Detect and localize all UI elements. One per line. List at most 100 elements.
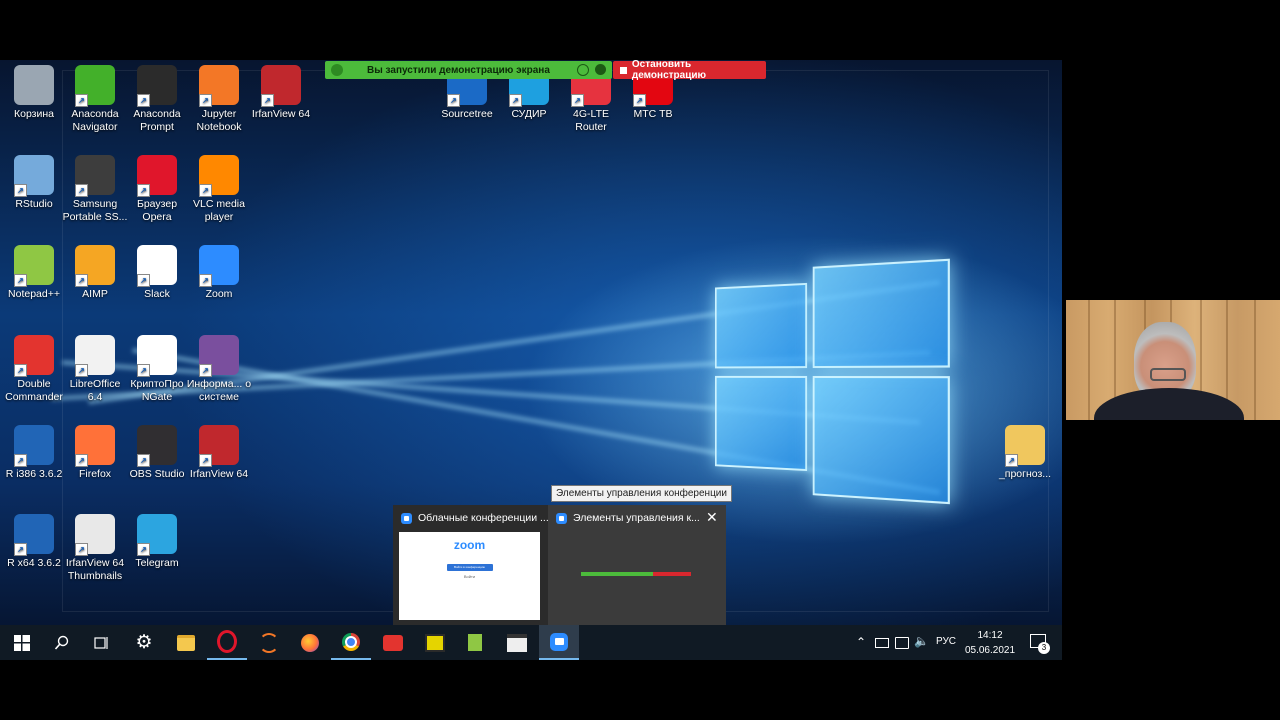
taskbar-explorer[interactable] [166,625,206,660]
zoom-icon [550,632,568,651]
desktop-icon[interactable]: ↗ R i386 3.6.2 [0,425,68,481]
start-button[interactable] [2,625,42,660]
taskbar-chrome[interactable] [331,625,371,660]
vlc-icon: ↗ [199,155,239,197]
desktop-icon[interactable]: ↗ Информа... о системе [185,335,253,404]
double-commander-icon: ↗ [14,335,54,377]
desktop-icon[interactable]: ↗ КриптоПро NGate [123,335,191,404]
desktop-icon[interactable]: ↗ Double Commander [0,335,68,404]
desktop-icon[interactable]: ↗ RStudio [0,155,68,211]
desktop-icon-label: R i386 3.6.2 [5,468,63,480]
taskbar-notepadpp[interactable] [455,625,495,660]
shortcut-arrow-icon: ↗ [1005,454,1018,467]
shortcut-arrow-icon: ↗ [75,543,88,556]
desktop-icon[interactable]: ↗ OBS Studio [123,425,191,481]
desktop-icon[interactable]: ↗ VLC media player [185,155,253,224]
irfanview-icon: ↗ [261,65,301,107]
jupyter-icon: ↗ [199,65,239,107]
shield-icon [331,64,343,76]
shortcut-arrow-icon: ↗ [14,543,27,556]
desktop-icon-label: LibreOffice 6.4 [69,378,121,403]
desktop-icon[interactable]: ↗ AIMP [61,245,129,301]
desktop-icon-label: Zoom [205,288,233,300]
rstudio-icon: ↗ [14,155,54,197]
shortcut-arrow-icon: ↗ [75,184,88,197]
desktop-icon[interactable]: ↗ _прогноз... [991,425,1059,481]
clock-date: 05.06.2021 [964,645,1016,656]
desktop-icon[interactable]: ↗ R x64 3.6.2 [0,514,68,570]
taskbar-zoom[interactable] [539,625,579,660]
network-icon[interactable] [895,637,909,649]
battery-icon[interactable] [875,638,889,648]
shortcut-arrow-icon: ↗ [261,94,274,107]
desktop-icon[interactable]: ↗ Anaconda Navigator [61,65,129,134]
desktop-icon[interactable]: ↗ IrfanView 64 Thumbnails [61,514,129,583]
r-icon: ↗ [14,514,54,556]
glasses [1150,368,1186,381]
desktop-icon[interactable]: ↗ Jupyter Notebook [185,65,253,134]
taskbar-settings[interactable]: ⚙ [124,625,164,660]
search-button[interactable] [42,625,82,660]
desktop-icon[interactable]: ↗ Telegram [123,514,191,570]
desktop-icon[interactable]: ↗ Anaconda Prompt [123,65,191,134]
shortcut-arrow-icon: ↗ [14,274,27,287]
desktop-icon[interactable]: ↗ LibreOffice 6.4 [61,335,129,404]
taskbar-app[interactable] [415,625,455,660]
taskbar-jupyter[interactable] [249,625,289,660]
desktop-icon-label: R x64 3.6.2 [7,557,61,569]
thumbnail-meeting-controls[interactable]: Элементы управления к... ✕ [548,505,726,625]
join-meeting-button: Войти в конференцию [446,564,493,571]
taskbar-double-commander[interactable] [373,625,413,660]
tooltip: Элементы управления конференции [551,485,732,502]
desktop-icon[interactable]: Корзина [0,65,68,121]
shortcut-arrow-icon: ↗ [199,94,212,107]
stop-share-label: Остановить демонстрацию [631,59,707,81]
desktop-icon[interactable]: ↗ Notepad++ [0,245,68,301]
shortcut-arrow-icon: ↗ [137,454,150,467]
slack-icon: ↗ [137,245,177,287]
desktop-icon[interactable]: ↗ IrfanView 64 [247,65,315,121]
desktop-icon-label: VLC media player [193,198,245,223]
shortcut-arrow-icon: ↗ [199,364,212,377]
shortcut-arrow-icon: ↗ [137,364,150,377]
desktop-icon[interactable]: ↗ Firefox [61,425,129,481]
taskbar-firefox[interactable] [290,625,330,660]
pause-icon[interactable] [577,64,589,76]
shortcut-arrow-icon: ↗ [447,94,460,107]
share-banner-text: Вы запустили демонстрацию экрана [367,64,550,76]
zoom-logo: zoom [453,538,486,552]
desktop-icon-label: Браузер Opera [136,198,178,223]
desktop-icon-label: OBS Studio [129,468,185,480]
shortcut-arrow-icon: ↗ [199,274,212,287]
folder-icon [177,634,195,651]
screen-share-banner: Вы запустили демонстрацию экрана [325,61,612,79]
desktop-icon-label: Telegram [135,557,179,569]
desktop-icon[interactable]: ↗ Zoom [185,245,253,301]
anaconda-icon: ↗ [75,65,115,107]
person-body [1094,388,1244,420]
opera-icon: ↗ [137,155,177,197]
settings-icon[interactable] [595,64,606,75]
webcam-video [1066,300,1280,420]
desktop-icon[interactable]: ↗ Slack [123,245,191,301]
desktop-icon-label: СУДИР [511,108,547,120]
stop-share-button[interactable]: Остановить демонстрацию [613,59,766,81]
desktop-icon-label: 4G-LTE Router [573,108,609,133]
volume-icon[interactable]: 🔈 [914,634,929,648]
taskbar-clapper[interactable] [497,625,537,660]
thumbnail-cloud-meetings[interactable]: Облачные конференции ... zoom Войти в ко… [393,505,549,625]
system-info-icon: ↗ [199,335,239,377]
zoom-icon [556,512,567,524]
taskbar-opera[interactable] [207,625,247,660]
desktop-icon-label: Jupyter Notebook [196,108,242,133]
clock[interactable]: 14:12 05.06.2021 [958,628,1022,658]
show-hidden-icons[interactable]: ⌃ [856,635,866,649]
task-view-button[interactable] [82,625,122,660]
desktop-icon-label: Double Commander [5,378,63,403]
close-icon[interactable]: ✕ [706,510,718,524]
desktop-icon[interactable]: ↗ Samsung Portable SS... [61,155,129,224]
desktop-icon[interactable]: ↗ Браузер Opera [123,155,191,224]
desktop-icon[interactable]: ↗ IrfanView 64 [185,425,253,481]
libreoffice-icon: ↗ [75,335,115,377]
language-indicator[interactable]: РУС [936,636,956,647]
